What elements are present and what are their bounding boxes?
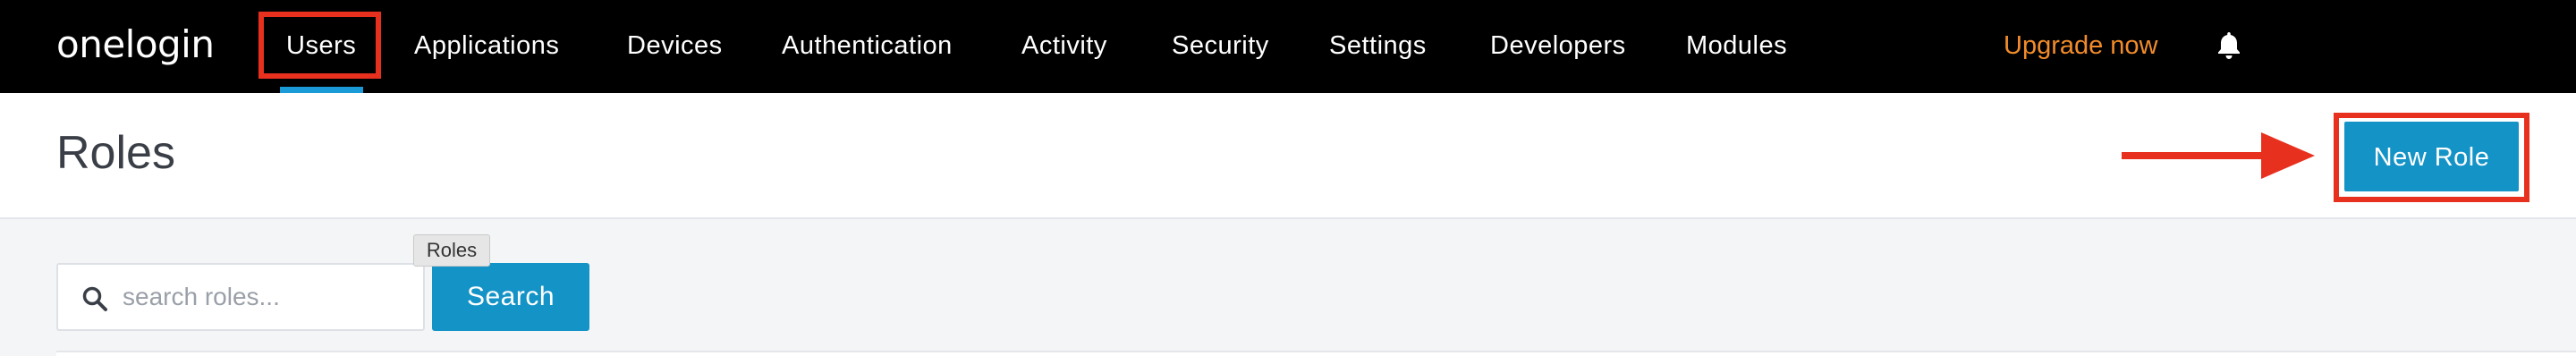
bell-icon[interactable] <box>2216 30 2242 61</box>
page-title: Roles <box>56 127 175 179</box>
search-field[interactable] <box>56 263 425 331</box>
nav-item-settings[interactable]: Settings <box>1329 26 1427 65</box>
search-icon <box>82 286 107 311</box>
nav-item-devices[interactable]: Devices <box>627 26 723 65</box>
roles-list-panel <box>56 351 2576 356</box>
nav-item-applications[interactable]: Applications <box>414 26 559 65</box>
users-annotation-box <box>258 12 381 79</box>
arrow-annotation-icon <box>2122 132 2315 179</box>
upgrade-now-link[interactable]: Upgrade now <box>2004 26 2158 65</box>
search-button[interactable]: Search <box>432 263 589 331</box>
top-navigation-bar: onelogin Users Applications Devices Auth… <box>0 0 2576 93</box>
active-nav-indicator <box>280 87 363 93</box>
page-header: Roles New Role <box>0 93 2576 219</box>
roles-tooltip: Roles <box>413 234 490 267</box>
nav-item-modules[interactable]: Modules <box>1686 26 1787 65</box>
nav-item-developers[interactable]: Developers <box>1490 26 1626 65</box>
search-input[interactable] <box>121 265 416 329</box>
onelogin-logo[interactable]: onelogin <box>56 21 215 68</box>
nav-item-security[interactable]: Security <box>1172 26 1269 65</box>
nav-item-activity[interactable]: Activity <box>1021 26 1107 65</box>
new-role-button[interactable]: New Role <box>2344 122 2519 191</box>
nav-item-authentication[interactable]: Authentication <box>782 26 953 65</box>
